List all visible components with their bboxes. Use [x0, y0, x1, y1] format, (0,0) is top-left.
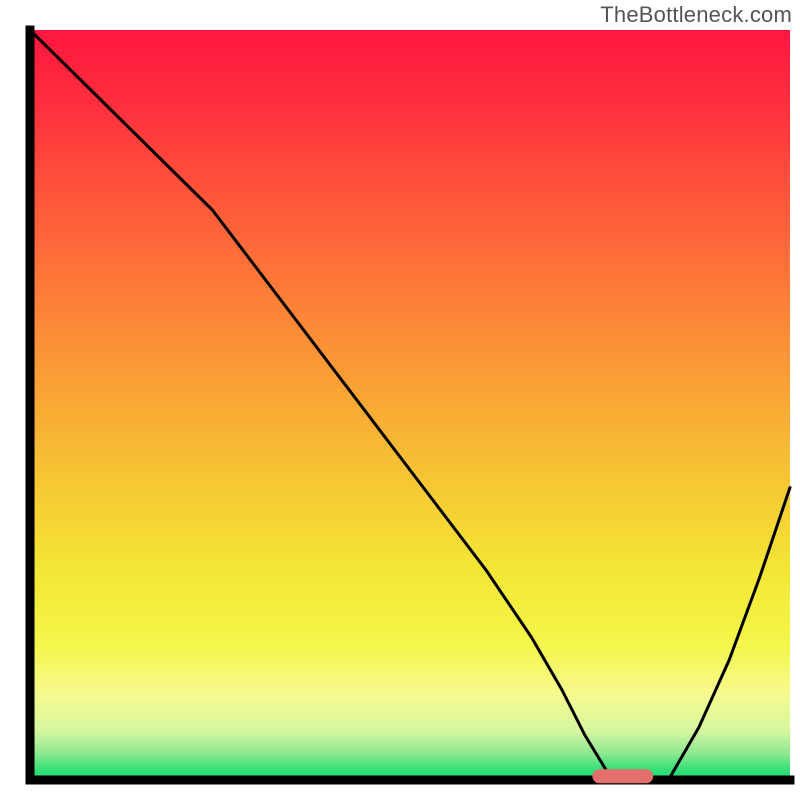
- bottleneck-chart: [0, 0, 800, 800]
- chart-container: TheBottleneck.com: [0, 0, 800, 800]
- optimum-marker: [592, 769, 653, 783]
